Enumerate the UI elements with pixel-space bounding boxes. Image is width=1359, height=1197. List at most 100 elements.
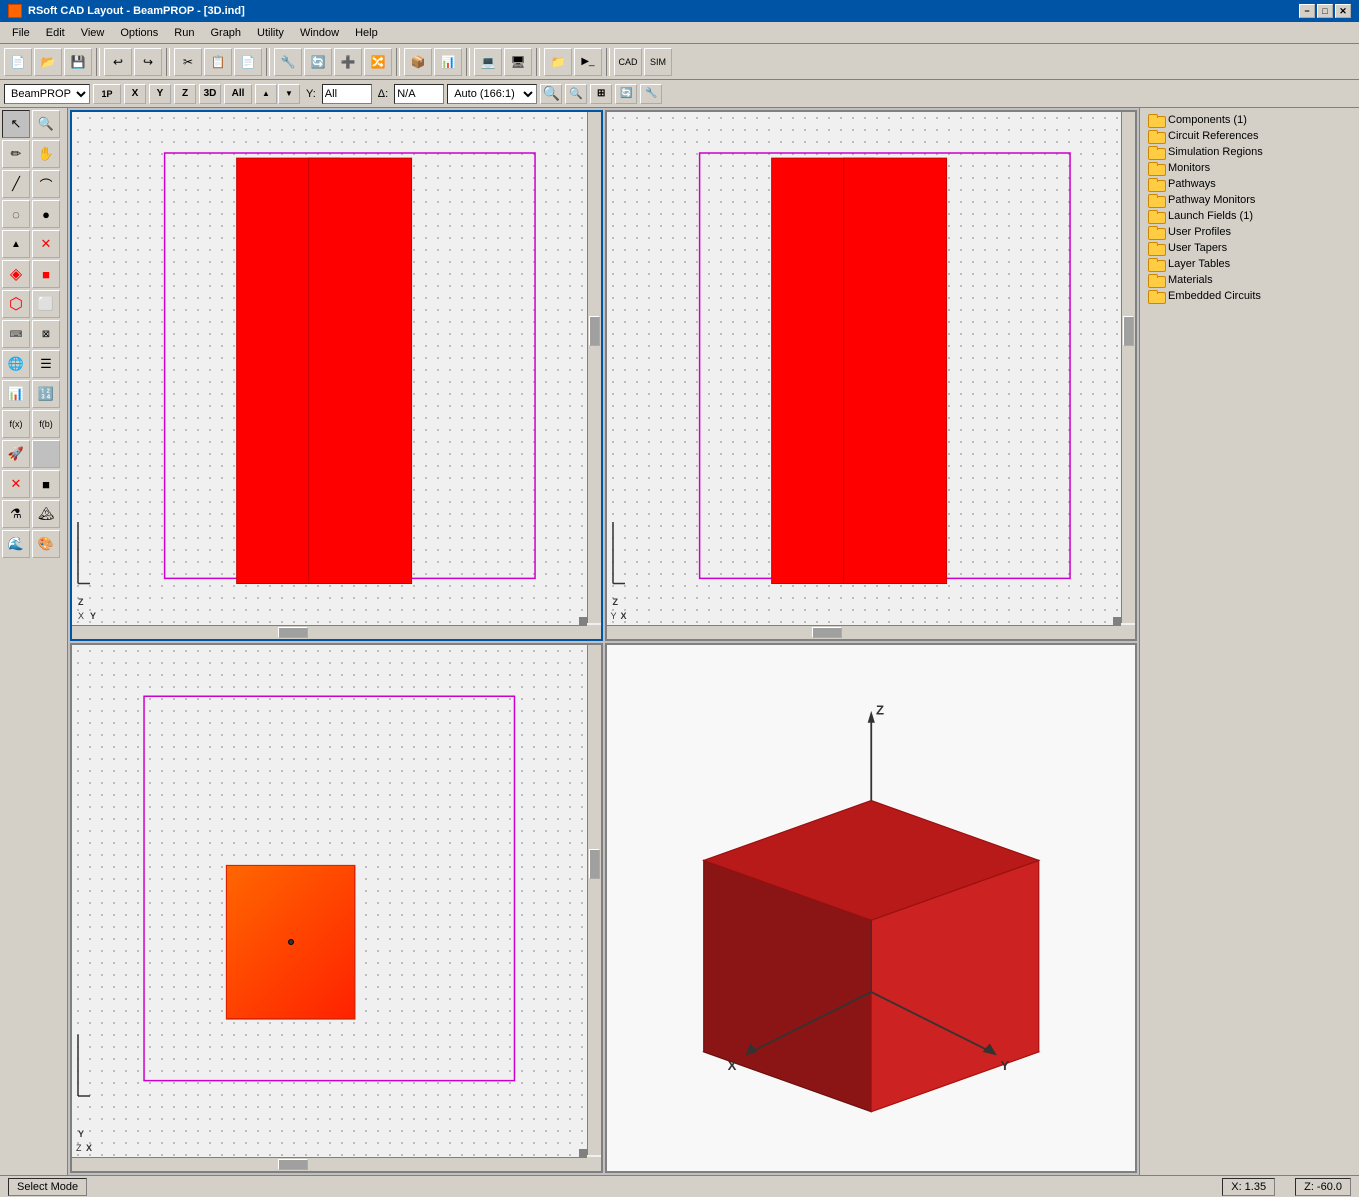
xy-resize[interactable]: [579, 1149, 587, 1157]
num-tool[interactable]: 🔢: [32, 380, 60, 408]
add-button[interactable]: ➕: [334, 48, 362, 76]
refresh-button[interactable]: 🔄: [304, 48, 332, 76]
select-tool[interactable]: ↖: [2, 110, 30, 138]
open-button[interactable]: 📂: [34, 48, 62, 76]
tree-monitors[interactable]: Monitors: [1144, 160, 1355, 176]
text-tool[interactable]: ⌨: [2, 320, 30, 348]
shell-button[interactable]: ▶_: [574, 48, 602, 76]
y-up-button[interactable]: ▲: [255, 84, 277, 104]
zoom-out-button[interactable]: 🔍: [565, 84, 587, 104]
tree-circuit-refs[interactable]: Circuit References: [1144, 128, 1355, 144]
transform-button[interactable]: 🔀: [364, 48, 392, 76]
xy-vscroll[interactable]: [587, 645, 601, 1156]
properties-button[interactable]: 🔧: [640, 84, 662, 104]
view-y-button[interactable]: Y: [149, 84, 171, 104]
menu-help[interactable]: Help: [347, 25, 386, 41]
wave-tool[interactable]: 🌊: [2, 530, 30, 558]
cad-help-button[interactable]: CAD: [614, 48, 642, 76]
run-button[interactable]: 💻: [474, 48, 502, 76]
y-input[interactable]: [322, 84, 372, 104]
zx-hthumb[interactable]: [812, 627, 842, 638]
y-down-button[interactable]: ▼: [278, 84, 300, 104]
zx-resize[interactable]: [1113, 617, 1121, 625]
zoom-tool[interactable]: 🔍: [32, 110, 60, 138]
zoom-in-button[interactable]: 🔍: [540, 84, 562, 104]
grid-tool[interactable]: ⊠: [32, 320, 60, 348]
curve-tool[interactable]: ⌒: [32, 170, 60, 198]
zy-vscroll[interactable]: [587, 112, 601, 623]
tree-components[interactable]: Components (1): [1144, 112, 1355, 128]
tree-user-profiles[interactable]: User Profiles: [1144, 224, 1355, 240]
square-tool[interactable]: ■: [32, 260, 60, 288]
line-tool[interactable]: ╱: [2, 170, 30, 198]
folder2-button[interactable]: 📁: [544, 48, 572, 76]
pan-tool[interactable]: ✋: [32, 140, 60, 168]
3d-box-tool[interactable]: ⬡: [2, 290, 30, 318]
tree-launch-fields[interactable]: Launch Fields (1): [1144, 208, 1355, 224]
tree-layer-tables[interactable]: Layer Tables: [1144, 256, 1355, 272]
undo-button[interactable]: ↩: [104, 48, 132, 76]
menu-window[interactable]: Window: [292, 25, 347, 41]
rocket-tool[interactable]: 🚀: [2, 440, 30, 468]
circle-tool[interactable]: ●: [32, 200, 60, 228]
settings-button[interactable]: 🔧: [274, 48, 302, 76]
globe-tool[interactable]: 🌐: [2, 350, 30, 378]
tree-pathway-monitors[interactable]: Pathway Monitors: [1144, 192, 1355, 208]
product-dropdown[interactable]: BeamPROP: [4, 84, 90, 104]
save-button[interactable]: 💾: [64, 48, 92, 76]
tree-materials[interactable]: Materials: [1144, 272, 1355, 288]
view-z-button[interactable]: Z: [174, 84, 196, 104]
view-3d-button[interactable]: 3D: [199, 84, 221, 104]
zy-resize[interactable]: [579, 617, 587, 625]
zx-hscroll[interactable]: [607, 625, 1122, 639]
maximize-button[interactable]: □: [1317, 4, 1333, 18]
func2-tool[interactable]: f(b): [32, 410, 60, 438]
zoom-fit-button[interactable]: ⊞: [590, 84, 612, 104]
flask-tool[interactable]: ⚗: [2, 500, 30, 528]
zy-vthumb[interactable]: [589, 316, 600, 346]
refresh2-button[interactable]: 🔄: [615, 84, 637, 104]
viewport-3d[interactable]: Z X Y: [605, 643, 1138, 1174]
close-button[interactable]: ✕: [1335, 4, 1351, 18]
tree-pathways[interactable]: Pathways: [1144, 176, 1355, 192]
diamond-tool[interactable]: ◈: [2, 260, 30, 288]
sim-button[interactable]: 🖥: [504, 48, 532, 76]
tree-sim-regions[interactable]: Simulation Regions: [1144, 144, 1355, 160]
zx-vthumb[interactable]: [1123, 316, 1134, 346]
copy-button[interactable]: 📋: [204, 48, 232, 76]
view-x-button[interactable]: X: [124, 84, 146, 104]
menu-utility[interactable]: Utility: [249, 25, 292, 41]
xmark-tool[interactable]: ✕: [2, 470, 30, 498]
menu-graph[interactable]: Graph: [202, 25, 249, 41]
xy-hthumb[interactable]: [278, 1159, 308, 1170]
zy-hscroll[interactable]: [72, 625, 587, 639]
new-button[interactable]: 📄: [4, 48, 32, 76]
title-bar-controls[interactable]: − □ ✕: [1299, 4, 1351, 18]
arc-tool[interactable]: ◌: [2, 200, 30, 228]
redo-button[interactable]: ↪: [134, 48, 162, 76]
x-tool[interactable]: ✕: [32, 230, 60, 258]
menu-edit[interactable]: Edit: [38, 25, 73, 41]
zx-vscroll[interactable]: [1121, 112, 1135, 623]
menu-view[interactable]: View: [73, 25, 113, 41]
chart2-tool[interactable]: 📊: [2, 380, 30, 408]
cut-button[interactable]: ✂: [174, 48, 202, 76]
paste-button[interactable]: 📄: [234, 48, 262, 76]
list-tool[interactable]: ☰: [32, 350, 60, 378]
zy-hthumb[interactable]: [278, 627, 308, 638]
triangle-tool[interactable]: ▲: [2, 230, 30, 258]
mountain-tool[interactable]: 🏔: [32, 500, 60, 528]
viewport-zx[interactable]: Z X Y: [605, 110, 1138, 641]
menu-file[interactable]: File: [4, 25, 38, 41]
color-tool[interactable]: 🎨: [32, 530, 60, 558]
rect-tool[interactable]: ⬜: [32, 290, 60, 318]
xy-hscroll[interactable]: [72, 1157, 587, 1171]
menu-options[interactable]: Options: [112, 25, 166, 41]
minimize-button[interactable]: −: [1299, 4, 1315, 18]
tree-user-tapers[interactable]: User Tapers: [1144, 240, 1355, 256]
viewport-zy[interactable]: Z Y X: [70, 110, 603, 641]
delta-input[interactable]: [394, 84, 444, 104]
blacksq-tool[interactable]: ■: [32, 470, 60, 498]
chart-button[interactable]: 📊: [434, 48, 462, 76]
view-all-button[interactable]: All: [224, 84, 252, 104]
